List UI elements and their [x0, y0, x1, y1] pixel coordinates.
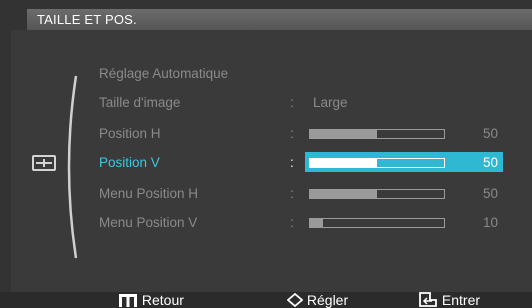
image-size-value: Large: [313, 95, 348, 110]
position-v-value: 50: [482, 155, 498, 170]
enter-hint[interactable]: Entrer: [418, 292, 480, 308]
back-label: Retour: [141, 292, 184, 308]
position-v-slider[interactable]: [309, 158, 445, 168]
enter-icon: [419, 292, 437, 307]
separator-colon: :: [290, 126, 294, 141]
back-hint[interactable]: Retour: [118, 292, 184, 308]
position-h-value: 50: [482, 126, 498, 141]
menu-return-icon: [119, 294, 137, 307]
position-h-slider[interactable]: [309, 129, 445, 139]
button-guide-bar: Retour Régler Entrer: [0, 292, 532, 308]
separator-colon: :: [290, 215, 294, 230]
menu-position-v-value: 10: [482, 215, 498, 230]
menu-item-menu-position-h[interactable]: Menu Position H : 50: [0, 183, 532, 205]
osd-window: TAILLE ET POS. Réglage Automatique Taill…: [0, 0, 532, 308]
adjust-hint[interactable]: Régler: [286, 292, 349, 308]
menu-item-image-size[interactable]: Taille d'image : Large: [0, 92, 532, 114]
slider-fill: [310, 219, 324, 227]
menu-item-label: Réglage Automatique: [99, 66, 229, 81]
separator-colon: :: [290, 95, 294, 110]
menu-item-menu-position-v[interactable]: Menu Position V : 10: [0, 212, 532, 234]
menu-item-label: Menu Position H: [99, 186, 199, 201]
adjust-label: Régler: [306, 292, 349, 308]
slider-fill: [310, 159, 377, 167]
menu-position-h-value: 50: [482, 186, 498, 201]
separator-colon: :: [290, 155, 294, 170]
menu-item-auto-adjust[interactable]: Réglage Automatique: [0, 63, 532, 85]
menu-position-h-slider[interactable]: [309, 189, 445, 199]
slider-fill: [310, 130, 377, 138]
enter-label: Entrer: [441, 292, 481, 308]
menu-item-position-h[interactable]: Position H : 50: [0, 123, 532, 145]
title-bar: TAILLE ET POS.: [27, 9, 532, 31]
menu-item-label: Position V: [99, 155, 160, 170]
separator-colon: :: [290, 186, 294, 201]
menu-item-label: Taille d'image: [99, 95, 181, 110]
menu-title: TAILLE ET POS.: [37, 12, 137, 27]
menu-item-label: Position H: [99, 126, 161, 141]
up-down-arrows-icon: [286, 292, 304, 308]
menu-item-label: Menu Position V: [99, 215, 198, 230]
menu-position-v-slider[interactable]: [309, 218, 445, 228]
menu-item-position-v[interactable]: Position V : 50: [0, 152, 532, 174]
slider-fill: [310, 190, 377, 198]
